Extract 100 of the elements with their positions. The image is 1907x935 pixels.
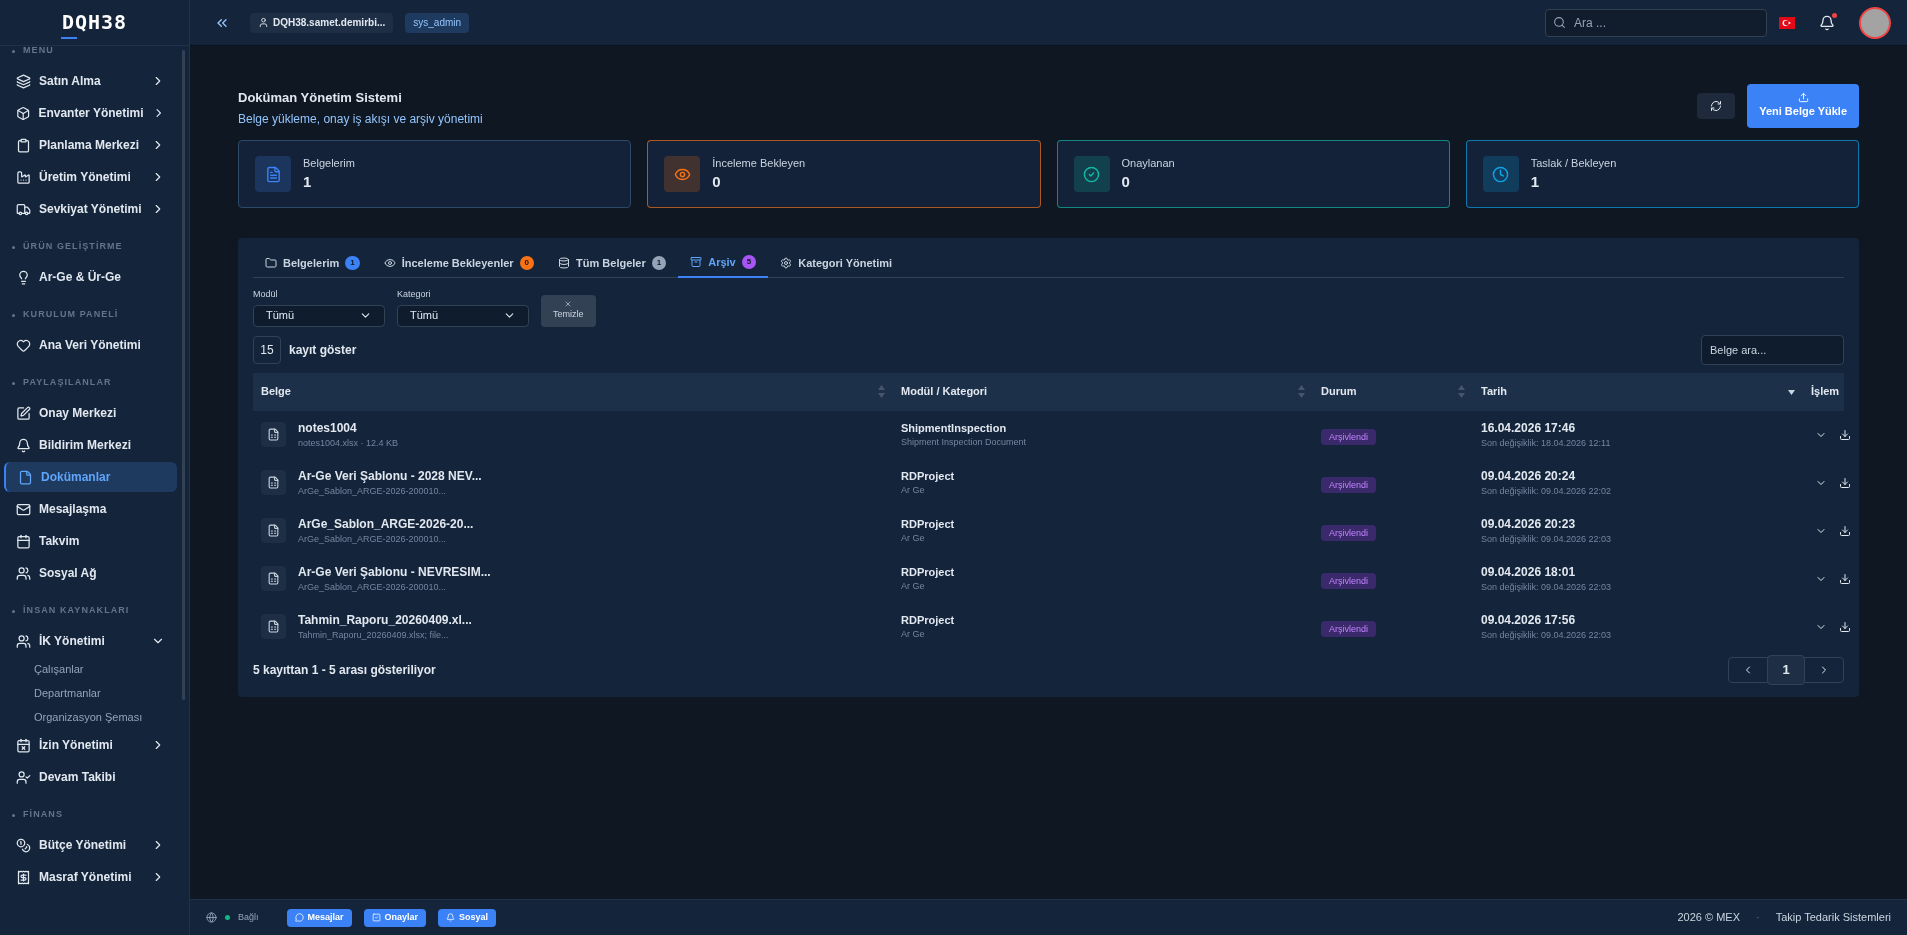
footer-button[interactable]: Onaylar (363, 908, 427, 927)
menu-icon (16, 565, 31, 581)
sidebar-item[interactable]: Üretim Yönetimi (4, 162, 177, 192)
tab[interactable]: Tüm Belgeler 1 (546, 248, 679, 278)
footer-button[interactable]: Sosyal (438, 908, 497, 927)
stat-label: Taslak / Bekleyen (1530, 155, 1617, 171)
download-icon[interactable] (1839, 572, 1851, 585)
tab-icon (265, 257, 277, 269)
tab[interactable]: Belgelerim 1 (253, 248, 372, 278)
tab[interactable]: Kategori Yönetimi (768, 248, 905, 278)
sidebar-item[interactable]: Ana Veri Yönetimi (4, 330, 177, 360)
upload-button[interactable]: Yeni Belge Yükle (1747, 84, 1859, 128)
document-name[interactable]: Tahmin_Raporu_20260409.xl... (298, 610, 472, 629)
filter-label: Kategori (397, 288, 432, 301)
sidebar-item[interactable]: Ar-Ge & Ür-Ge (4, 262, 177, 292)
sidebar-item[interactable]: Envanter Yönetimi (4, 98, 177, 128)
submenu-item[interactable]: Departmanlar (34, 682, 181, 704)
sidebar-item[interactable]: Dokümanlar (4, 462, 177, 492)
download-icon[interactable] (1839, 428, 1851, 441)
section-label: PAYLAŞILANLAR (23, 376, 112, 390)
records-summary: 5 kayıttan 1 - 5 arası gösteriliyor (253, 661, 436, 679)
document-name[interactable]: Ar-Ge Veri Şablonu - NEVRESIM... (298, 562, 491, 581)
document-name[interactable]: Ar-Ge Veri Şablonu - 2028 NEV... (298, 466, 482, 485)
sidebar-item[interactable]: Takvim (4, 526, 177, 556)
document-name[interactable]: notes1004 (298, 418, 399, 437)
separator-dot: · (1756, 910, 1760, 926)
filter-select[interactable]: Tümü (253, 304, 385, 327)
sidebar-item[interactable]: Planlama Merkezi (4, 130, 177, 160)
sidebar-item[interactable]: Masraf Yönetimi (4, 862, 177, 892)
category-name: Ar Ge (901, 628, 926, 641)
section-label: FİNANS (23, 808, 63, 822)
sidebar-item[interactable]: İzin Yönetimi (4, 730, 177, 760)
menu-icon (16, 405, 31, 421)
page-title: Doküman Yönetim Sistemi (238, 89, 403, 107)
tab-icon (690, 256, 703, 268)
table-search-field[interactable]: Belge ara... (1701, 334, 1844, 365)
tab[interactable]: Arşiv 5 (678, 248, 769, 278)
column-header[interactable]: Durum (1313, 383, 1473, 400)
category-name: Ar Ge (901, 580, 926, 593)
section-label: KURULUM PANELİ (23, 308, 119, 322)
user-chip[interactable]: DQH38.samet.demirbi... (250, 12, 394, 33)
spreadsheet-icon (267, 620, 280, 633)
column-header[interactable]: İşlem (1803, 383, 1848, 400)
page-size-field[interactable]: 15 (253, 335, 281, 364)
tab-icon (383, 257, 396, 269)
avatar[interactable] (1859, 6, 1891, 39)
document-name[interactable]: ArGe_Sablon_ARGE-2026-20... (298, 514, 474, 533)
date-text: 09.04.2026 20:24 (1481, 467, 1577, 485)
refresh-button[interactable] (1697, 93, 1736, 119)
sidebar-item[interactable]: Onay Merkezi (4, 398, 177, 428)
column-header[interactable]: Modül / Kategori (893, 383, 1313, 400)
spreadsheet-icon (267, 572, 280, 585)
module-name: RDProject (901, 516, 956, 532)
menu-icon (16, 169, 31, 185)
download-icon[interactable] (1839, 620, 1851, 633)
stat-value: 0 (1121, 172, 1131, 192)
module-name: ShipmentInspection (901, 420, 1008, 436)
section-label: ÜRÜN GELİŞTİRME (23, 240, 123, 254)
column-header[interactable]: Belge (253, 383, 893, 400)
count-badge: 0 (519, 256, 535, 270)
date-text: 09.04.2026 17:56 (1481, 611, 1577, 629)
sidebar-item[interactable]: Sevkiyat Yönetimi (4, 194, 177, 224)
column-header[interactable]: Tarih (1473, 383, 1803, 400)
modified-text: Son değişiklik: 09.04.2026 22:03 (1481, 532, 1613, 546)
tab[interactable]: İnceleme Bekleyenler 0 (371, 248, 547, 278)
search-icon (1553, 15, 1566, 29)
sidebar-item[interactable]: Satın Alma (4, 66, 177, 96)
menu-icon (16, 269, 31, 285)
submenu-item[interactable]: Organizasyon Şeması (34, 706, 181, 728)
sidebar-item[interactable]: İK Yönetimi (4, 626, 177, 656)
search-field[interactable]: Ara ... (1545, 8, 1767, 37)
sidebar-item[interactable]: Sosyal Ağ (4, 558, 177, 588)
download-icon[interactable] (1839, 476, 1851, 489)
notification-button[interactable] (1819, 14, 1835, 31)
flag-icon[interactable] (1779, 16, 1795, 29)
menu-icon (16, 73, 31, 89)
footer-button[interactable]: Mesajlar (286, 908, 352, 927)
stat-value: 1 (1530, 172, 1541, 192)
copyright-text: 2026 © MEX (1677, 910, 1740, 926)
sidebar-item[interactable]: Bütçe Yönetimi (4, 830, 177, 860)
menu-icon (16, 437, 31, 453)
filter-select[interactable]: Tümü (397, 304, 529, 327)
menu-icon (16, 201, 31, 217)
sidebar-item[interactable]: Mesajlaşma (4, 494, 177, 524)
globe-icon (206, 912, 217, 923)
sidebar-item[interactable]: Bildirim Merkezi (4, 430, 177, 460)
submenu-item[interactable]: Çalışanlar (34, 658, 181, 680)
page-button[interactable]: 1 (1767, 654, 1805, 685)
tab-icon (558, 257, 571, 269)
clear-button[interactable]: Temizle (541, 294, 596, 327)
status-badge: Arşivlendi (1321, 476, 1376, 493)
status-badge: Arşivlendi (1321, 572, 1376, 589)
menu-icon (16, 533, 31, 549)
modified-text: Son değişiklik: 09.04.2026 22:03 (1481, 628, 1613, 642)
sidebar-item[interactable]: Devam Takibi (4, 762, 177, 792)
menu-icon (16, 137, 31, 153)
spreadsheet-icon (267, 476, 280, 489)
tab-icon (780, 257, 793, 269)
download-icon[interactable] (1839, 524, 1851, 537)
section-label: MENU (23, 46, 54, 58)
